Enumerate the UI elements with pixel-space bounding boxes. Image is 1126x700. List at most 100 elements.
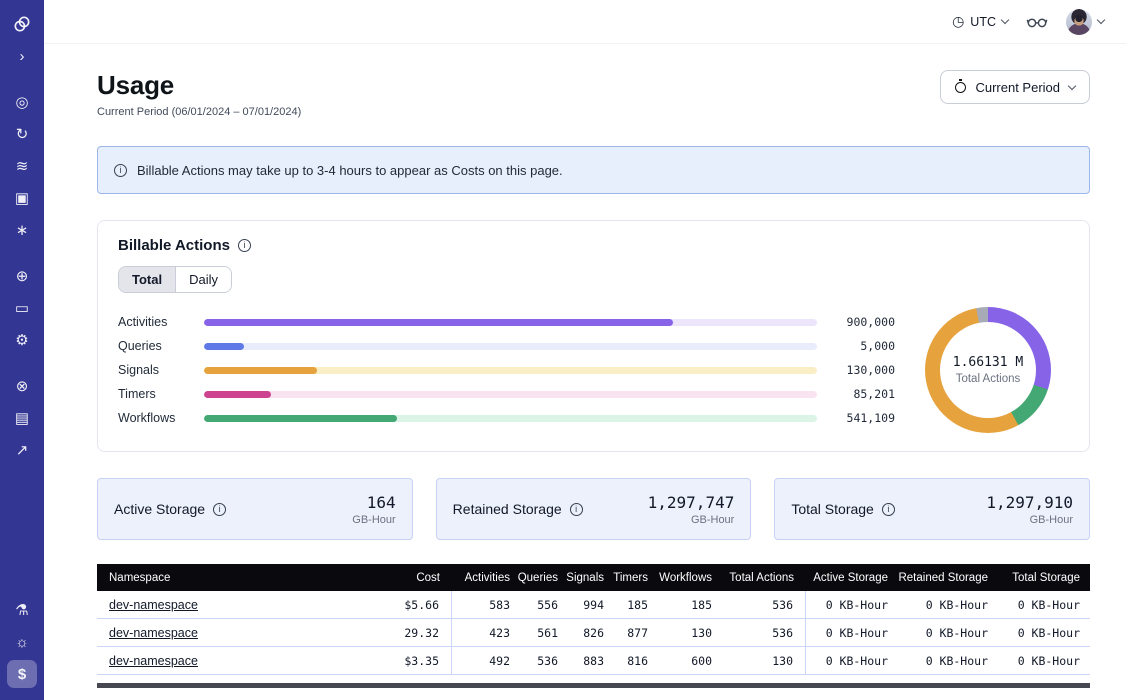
cell-value: $3.35 [404, 654, 439, 668]
table-row: dev-namespace$3.354925368838166001300 KB… [97, 647, 1090, 675]
cell-value: 29.32 [404, 626, 439, 640]
column-header: Activities [452, 564, 522, 591]
table-cell-queries: 556 [522, 591, 570, 618]
bar-fill [204, 343, 244, 350]
cell-value: 826 [583, 626, 604, 640]
table-cell-active_storage: 0 KB-Hour [806, 591, 898, 618]
namespaces-icon[interactable]: ◎ [7, 88, 37, 116]
table-cell-retained_storage: 0 KB-Hour [898, 619, 998, 646]
chevron-down-icon [1097, 16, 1105, 24]
billing-icon[interactable]: ▭ [7, 294, 37, 322]
glasses-icon[interactable] [1026, 15, 1048, 29]
table-cell-workflows: 130 [660, 619, 724, 646]
stat-value: 1,297,910 [986, 493, 1073, 512]
info-icon[interactable]: i [882, 503, 895, 516]
cell-value: 0 KB-Hour [926, 654, 988, 668]
region-icon[interactable]: ⊕ [7, 262, 37, 290]
packages-icon[interactable]: ▣ [7, 184, 37, 212]
cell-value: 816 [627, 654, 648, 668]
cell-value: 556 [537, 598, 558, 612]
bar-label: Timers [118, 387, 190, 401]
cell-value: 0 KB-Hour [1018, 626, 1080, 640]
nexus-icon[interactable]: ∗ [7, 216, 37, 244]
table-header-row: NamespaceCostActivitiesQueriesSignalsTim… [97, 564, 1090, 591]
usage-dollar-icon[interactable]: $ [7, 660, 37, 688]
launch-icon[interactable]: ↗ [7, 436, 37, 464]
table-cell-active_storage: 0 KB-Hour [806, 619, 898, 646]
schedules-icon[interactable]: ↻ [7, 120, 37, 148]
namespace-link[interactable]: dev-namespace [109, 654, 198, 668]
bar-track [204, 343, 817, 350]
user-menu[interactable] [1066, 9, 1104, 35]
column-header: Signals [570, 564, 616, 591]
app-window: ›◎↻≋▣∗⊕▭⚙⊗▤↗⚗☼$ ◷ UTC Usage [0, 0, 1126, 700]
table-cell-cost: $5.66 [377, 591, 452, 618]
sidebar-group: ⚗ ☼ $ [7, 594, 37, 690]
table-cell-total_storage: 0 KB-Hour [998, 591, 1090, 618]
storage-stats: Active Storage i 164 GB-Hour Retained St… [97, 478, 1090, 540]
table-cell-namespace: dev-namespace [97, 619, 377, 646]
bar-fill [204, 367, 317, 374]
lab-flask-icon[interactable]: ⚗ [7, 596, 37, 624]
table-cell-activities: 492 [452, 647, 522, 674]
stat-value: 164 [352, 493, 395, 512]
bar-row: Signals130,000 [118, 361, 895, 380]
stat-card-retained-storage: Retained Storage i 1,297,747 GB-Hour [436, 478, 752, 540]
table-cell-total_storage: 0 KB-Hour [998, 647, 1090, 674]
tab-daily[interactable]: Daily [175, 267, 231, 292]
bar-value: 900,000 [831, 315, 895, 329]
column-header: Queries [522, 564, 570, 591]
table-cell-queries: 536 [522, 647, 570, 674]
donut-total-label: Total Actions [956, 373, 1021, 385]
temporal-logo[interactable] [7, 10, 37, 38]
docs-icon[interactable]: ▤ [7, 404, 37, 432]
bar-row: Queries5,000 [118, 337, 895, 356]
table-cell-signals: 826 [570, 619, 616, 646]
cell-value: 130 [691, 626, 712, 640]
info-icon[interactable]: i [238, 239, 251, 252]
page-subtitle: Current Period (06/01/2024 – 07/01/2024) [97, 106, 301, 118]
deployments-icon[interactable]: ≋ [7, 152, 37, 180]
table-cell-total_actions: 536 [724, 619, 806, 646]
stat-label: Retained Storage [453, 501, 562, 517]
info-icon[interactable]: i [570, 503, 583, 516]
view-toggle: Total Daily [118, 266, 232, 293]
timezone-selector[interactable]: ◷ UTC [952, 13, 1008, 30]
bar-row: Activities900,000 [118, 313, 895, 332]
bar-track [204, 319, 817, 326]
namespace-link[interactable]: dev-namespace [109, 598, 198, 612]
stopwatch-icon [955, 82, 966, 93]
chevron-down-icon [1001, 16, 1009, 24]
bar-fill [204, 415, 397, 422]
cell-value: 600 [691, 654, 712, 668]
tab-total[interactable]: Total [119, 267, 175, 292]
cell-value: 536 [772, 598, 793, 612]
bar-fill [204, 391, 271, 398]
support-icon[interactable]: ⊗ [7, 372, 37, 400]
bar-track [204, 391, 817, 398]
sidebar-group: › [7, 8, 37, 72]
cell-value: 0 KB-Hour [826, 654, 888, 668]
collapse-sidebar-icon[interactable]: › [7, 42, 37, 70]
table-cell-signals: 994 [570, 591, 616, 618]
cell-value: 536 [537, 654, 558, 668]
sidebar-group: ⊗ ▤ ↗ [7, 370, 37, 466]
period-selector-button[interactable]: Current Period [940, 70, 1090, 104]
column-header: Retained Storage [898, 564, 998, 591]
table-cell-cost: 29.32 [377, 619, 452, 646]
table-cell-namespace: dev-namespace [97, 591, 377, 618]
info-icon[interactable]: i [213, 503, 226, 516]
cell-value: 0 KB-Hour [826, 598, 888, 612]
info-banner: i Billable Actions may take up to 3-4 ho… [97, 146, 1090, 194]
namespace-link[interactable]: dev-namespace [109, 626, 198, 640]
topbar: ◷ UTC [44, 0, 1126, 44]
stat-unit: GB-Hour [352, 514, 395, 526]
theme-toggle-icon[interactable]: ☼ [7, 628, 37, 656]
timezone-label: UTC [970, 15, 996, 29]
card-title: Billable Actions [118, 237, 230, 254]
settings-gear-icon[interactable]: ⚙ [7, 326, 37, 354]
bar-row: Workflows541,109 [118, 409, 895, 428]
table-cell-timers: 816 [616, 647, 660, 674]
table-row: dev-namespace29.324235618268771305360 KB… [97, 619, 1090, 647]
column-header: Active Storage [806, 564, 898, 591]
